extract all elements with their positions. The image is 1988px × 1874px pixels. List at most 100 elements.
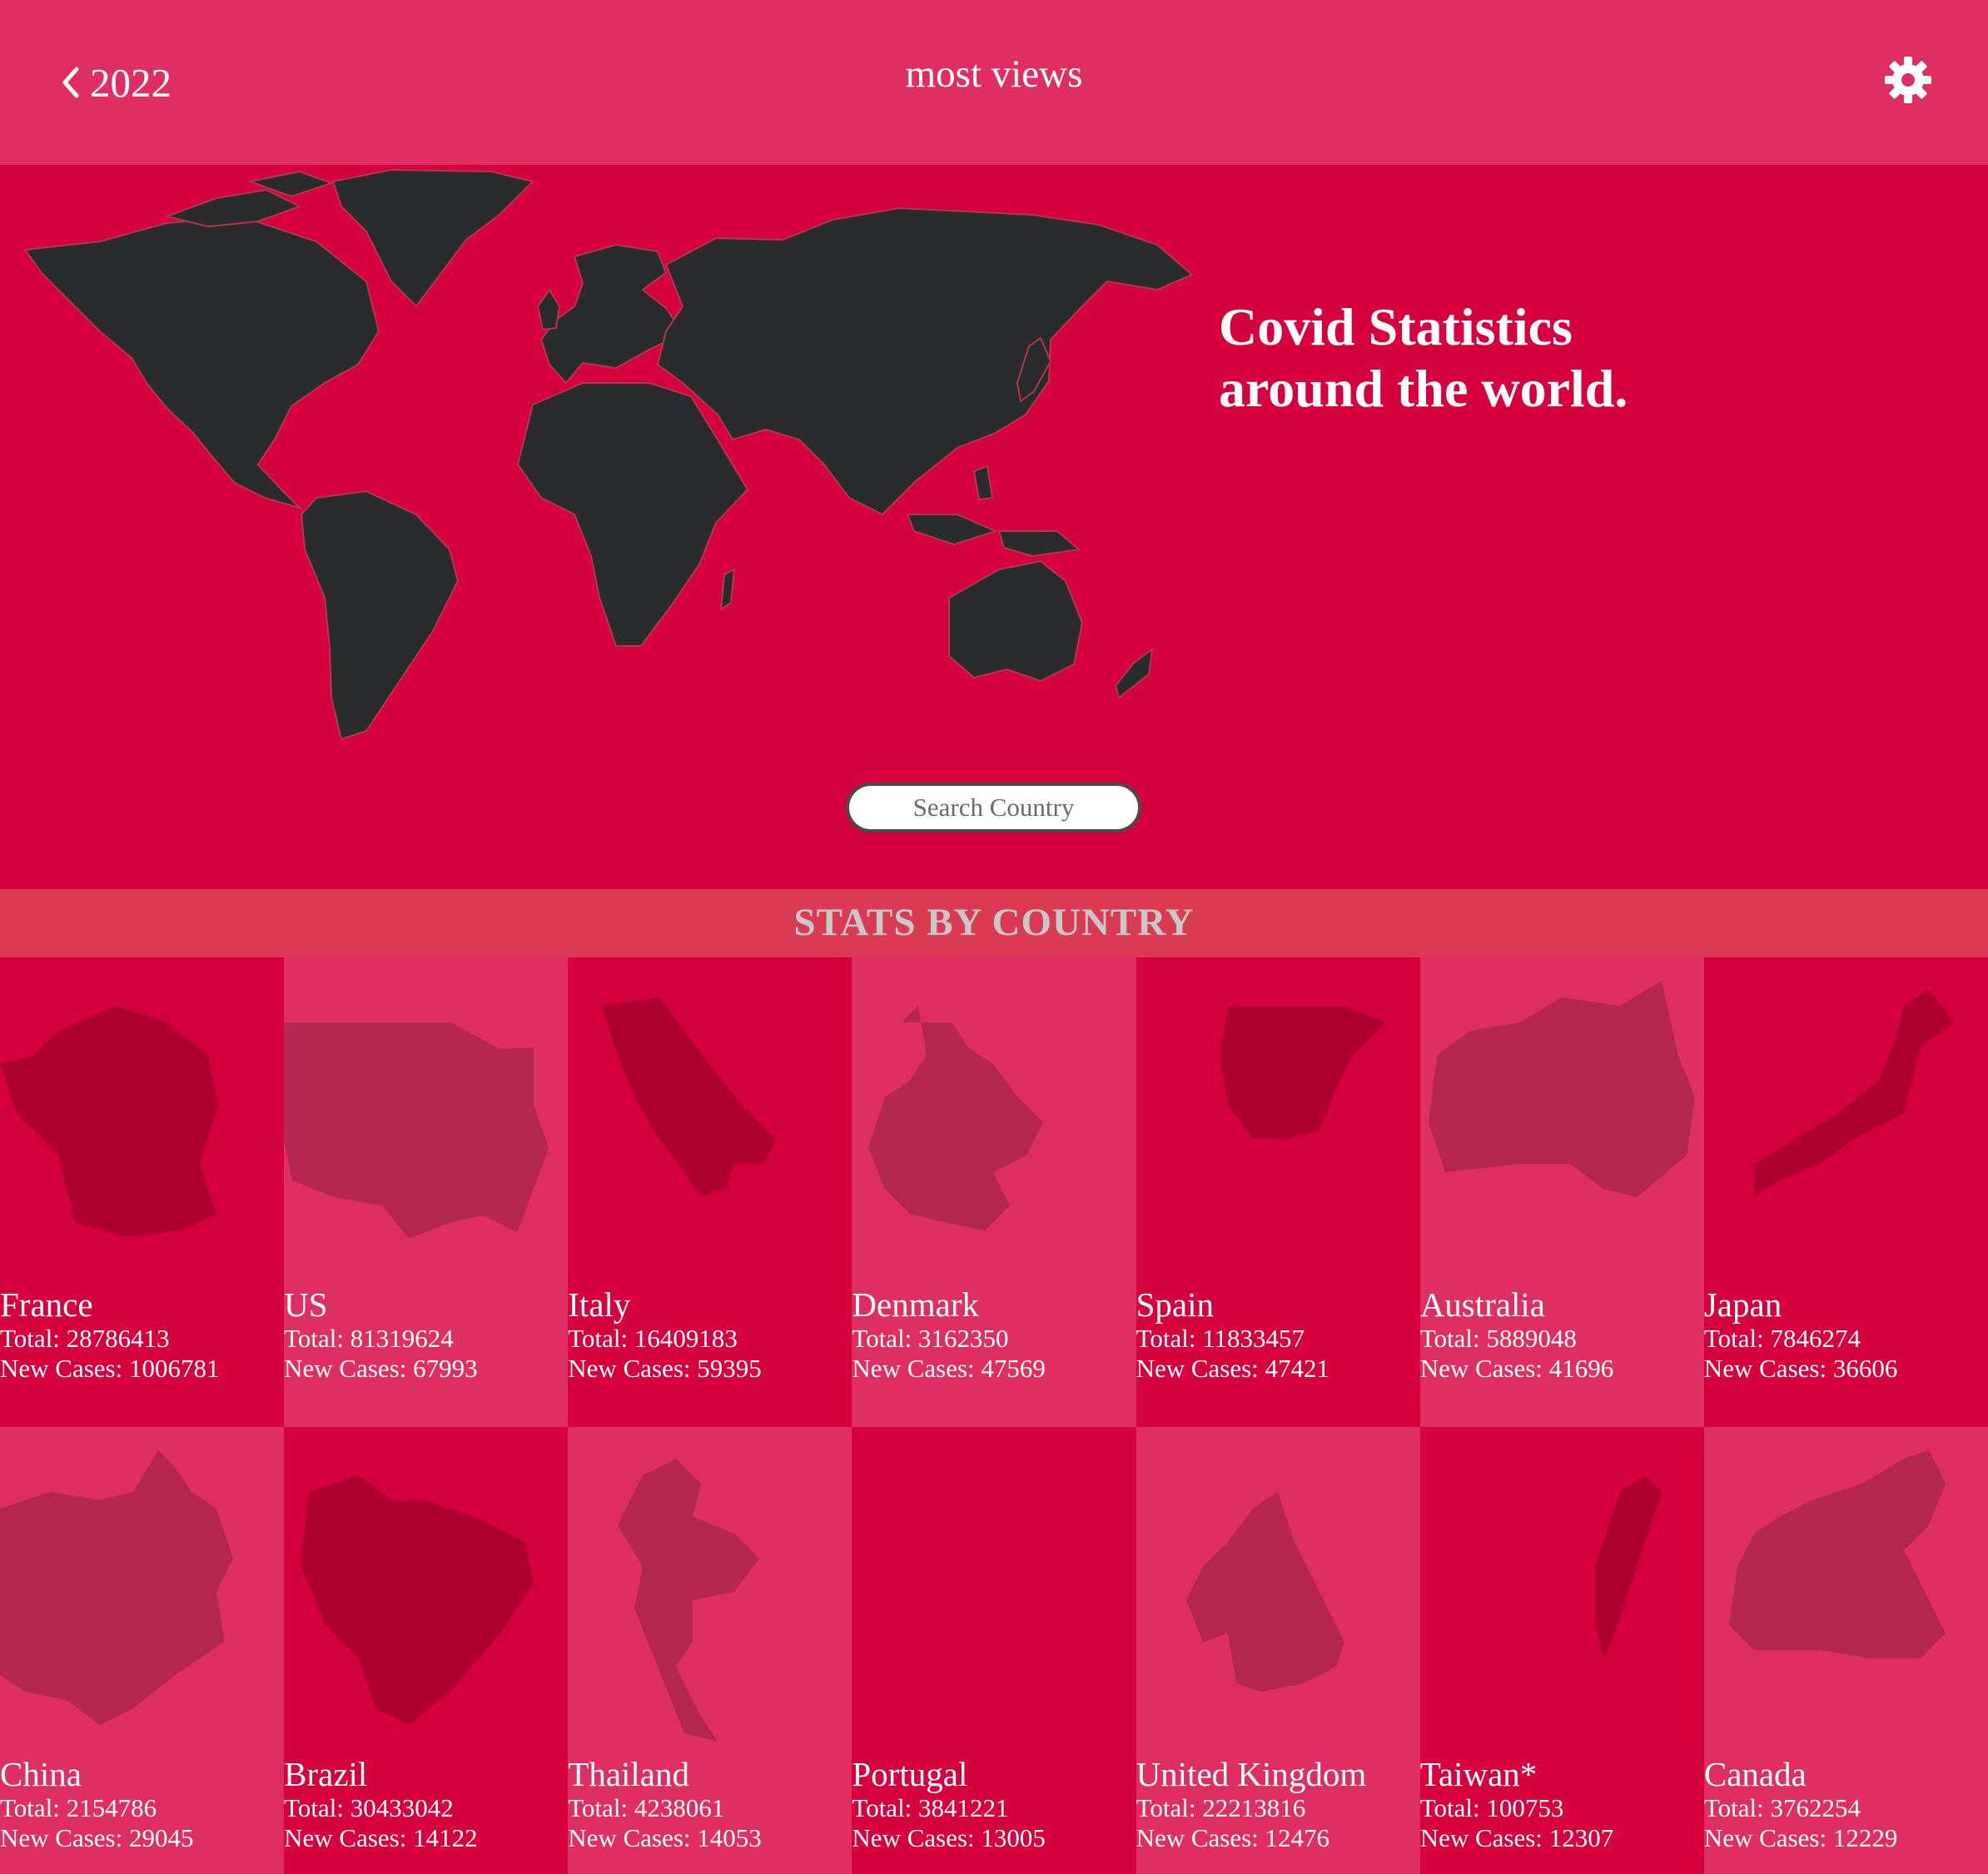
country-name: Denmark [852,1285,979,1324]
country-card[interactable]: Taiwan* Total: 100753 New Cases: 12307 [1419,1427,1704,1874]
country-card[interactable]: Thailand Total: 4238061 New Cases: 14053 [568,1427,852,1874]
new-cases-label: New Cases: [1136,1354,1265,1383]
country-silhouette [0,1450,233,1725]
new-cases-label: New Cases: [0,1354,129,1383]
country-silhouette [868,1006,1044,1230]
country-name: Italy [568,1285,631,1324]
country-card[interactable]: United Kingdom Total: 22213816 New Cases: … [1136,1427,1420,1874]
country-silhouette [1219,1006,1386,1139]
country-new-cases: New Cases: 14053 [568,1823,761,1853]
country-new-cases: New Cases: 41696 [1420,1354,1613,1384]
country-card[interactable]: China Total: 2154786 New Cases: 29045 [0,1427,285,1874]
total-value: 3841221 [918,1793,1009,1822]
new-cases-label: New Cases: [1703,1823,1833,1852]
country-total: Total: 4238061 [568,1793,724,1823]
total-value: 100753 [1486,1793,1564,1822]
country-new-cases: New Cases: 59395 [568,1354,761,1384]
country-total: Total: 30433042 [284,1793,454,1823]
country-silhouette [0,1006,218,1237]
total-label: Total: [284,1324,350,1353]
country-card[interactable]: France Total: 28786413 New Cases: 1006781 [0,957,285,1427]
total-label: Total: [852,1324,919,1353]
country-name: Spain [1136,1285,1214,1324]
total-value: 3762254 [1770,1793,1861,1822]
country-card[interactable]: US Total: 81319624 New Cases: 67993 [284,957,569,1427]
total-label: Total: [1419,1324,1487,1353]
country-silhouette [1428,981,1695,1197]
top-bar: 2022 most views [0,0,1988,165]
country-card[interactable]: Denmark Total: 3162350 New Cases: 47569 [852,957,1136,1427]
country-total: Total: 28786413 [0,1324,170,1354]
new-cases-value: 47421 [1265,1354,1330,1383]
country-total: Total: 11833457 [1136,1324,1305,1354]
country-silhouette [1753,989,1954,1197]
country-total: Total: 7846274 [1704,1324,1861,1354]
country-card[interactable]: Italy Total: 16409183 New Cases: 59395 [568,957,852,1427]
country-grid: France Total: 28786413 New Cases: 1006781 U… [0,957,1988,1874]
country-new-cases: New Cases: 67993 [284,1354,477,1384]
country-total: Total: 3841221 [852,1793,1008,1823]
new-cases-value: 1006781 [128,1354,220,1383]
country-silhouette [1185,1492,1344,1692]
new-cases-label: New Cases: [568,1823,698,1852]
new-cases-label: New Cases: [568,1354,698,1383]
total-value: 30433042 [350,1793,454,1822]
search-input[interactable] [846,783,1141,833]
new-cases-label: New Cases: [1703,1354,1833,1383]
country-total: Total: 22213816 [1136,1793,1306,1823]
country-name: France [0,1285,93,1324]
new-cases-value: 47569 [981,1354,1046,1383]
total-value: 4238061 [634,1793,725,1822]
country-name: Japan [1703,1285,1782,1324]
country-total: Total: 3162350 [852,1324,1008,1354]
new-cases-label: New Cases: [1419,1354,1549,1383]
new-cases-value: 14122 [413,1823,478,1852]
country-card[interactable]: Australia Total: 5889048 New Cases: 41696 [1419,957,1704,1427]
hero-section: Covid Statistics around the world. [0,165,1988,889]
new-cases-label: New Cases: [852,1354,982,1383]
total-label: Total: [1136,1793,1203,1822]
total-label: Total: [1703,1793,1771,1822]
gear-icon[interactable] [1883,55,1933,105]
country-new-cases: New Cases: 29045 [0,1823,193,1853]
country-card[interactable]: Portugal Total: 3841221 New Cases: 13005 [852,1427,1136,1874]
hero-heading-line1: Covid Statistics [1219,297,1573,356]
total-value: 16409183 [634,1324,738,1353]
country-total: Total: 2154786 [0,1793,157,1823]
country-card[interactable]: Canada Total: 3762254 New Cases: 12229 [1703,1427,1988,1874]
country-new-cases: New Cases: 47569 [852,1354,1045,1384]
new-cases-label: New Cases: [284,1823,414,1852]
new-cases-value: 29045 [128,1823,194,1852]
country-silhouette [1728,1450,1946,1658]
country-new-cases: New Cases: 12307 [1420,1823,1613,1853]
new-cases-value: 59395 [697,1354,762,1383]
country-silhouette [618,1459,760,1742]
hero-heading-line2: around the world. [1219,359,1628,418]
new-cases-value: 12229 [1832,1823,1898,1852]
total-value: 3162350 [918,1324,1009,1353]
new-cases-label: New Cases: [852,1823,982,1852]
new-cases-value: 14053 [697,1823,762,1852]
country-card[interactable]: Brazil Total: 30433042 New Cases: 14122 [284,1427,569,1874]
total-value: 5889048 [1486,1324,1577,1353]
total-value: 28786413 [66,1324,170,1353]
total-label: Total: [284,1793,350,1822]
country-new-cases: New Cases: 14122 [284,1823,477,1853]
total-value: 11833457 [1202,1324,1305,1353]
new-cases-value: 36606 [1832,1354,1898,1383]
new-cases-value: 67993 [413,1354,478,1383]
new-cases-label: New Cases: [0,1823,129,1852]
country-new-cases: New Cases: 47421 [1136,1354,1329,1384]
total-value: 22213816 [1202,1793,1306,1822]
total-value: 7846274 [1770,1324,1861,1353]
country-name: Canada [1703,1755,1807,1793]
country-total: Total: 16409183 [568,1324,738,1354]
country-name: United Kingdom [1136,1755,1367,1793]
country-total: Total: 3762254 [1704,1793,1861,1823]
country-new-cases: New Cases: 12476 [1136,1823,1329,1853]
country-card[interactable]: Spain Total: 11833457 New Cases: 47421 [1136,957,1420,1427]
new-cases-label: New Cases: [1136,1823,1265,1852]
hero-heading: Covid Statistics around the world. [1219,296,1885,420]
total-label: Total: [1703,1324,1771,1353]
country-card[interactable]: Japan Total: 7846274 New Cases: 36606 [1703,957,1988,1427]
